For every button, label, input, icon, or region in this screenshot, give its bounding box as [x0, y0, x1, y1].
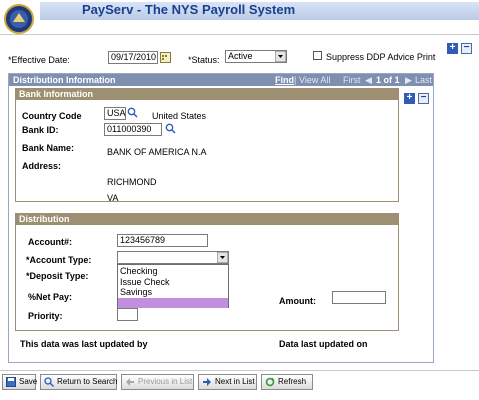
save-icon [6, 377, 16, 387]
find-link[interactable]: Find [275, 74, 294, 86]
bank-id-field[interactable]: 011000390 [104, 123, 162, 136]
refresh-icon [265, 377, 275, 387]
net-pay-label: %Net Pay: [28, 292, 73, 302]
address-state: VA [107, 193, 119, 203]
bank-name-label: Bank Name: [22, 143, 75, 153]
last-updated-on-label: Data last updated on [279, 339, 368, 349]
last-link[interactable]: Last [415, 74, 432, 86]
amount-label: Amount: [279, 296, 316, 306]
nys-seal-icon [4, 4, 34, 34]
highlighted-option[interactable] [118, 298, 228, 308]
bank-lookup-magnifier-icon[interactable] [165, 123, 176, 134]
save-label: Save [19, 377, 38, 386]
row-counter: 1 of 1 [376, 75, 400, 85]
return-to-search-button[interactable]: Return to Search [40, 374, 117, 390]
account-number-field[interactable]: 123456789 [117, 234, 208, 247]
option-checking[interactable]: Checking [120, 266, 158, 276]
separator: | [294, 75, 297, 85]
first-link[interactable]: First [343, 74, 361, 86]
previous-label: Previous in List [138, 377, 193, 386]
first-arrow-icon: ◀ [365, 75, 372, 85]
country-lookup-magnifier-icon[interactable] [127, 107, 138, 118]
account-type-options-list[interactable]: Checking Issue Check Savings [117, 264, 229, 308]
status-value: Active [228, 51, 253, 61]
status-label: *Status: [188, 55, 220, 65]
header-divider [0, 34, 479, 35]
dropdown-arrow-icon[interactable] [275, 51, 286, 62]
app-title: PayServ - The NYS Payroll System [82, 2, 296, 17]
option-savings[interactable]: Savings [120, 287, 152, 297]
country-name: United States [152, 111, 207, 121]
priority-field[interactable] [117, 308, 138, 321]
distribution-information-header: Distribution Information Find | View All… [9, 74, 433, 86]
effective-date-label: *Effective Date: [8, 55, 70, 65]
account-type-dropdown-arrow-icon[interactable] [217, 252, 228, 263]
bank-information-header: Bank Information [16, 89, 398, 100]
account-type-select[interactable] [117, 251, 229, 264]
country-code-field[interactable]: USA [104, 107, 126, 120]
account-type-label: *Account Type: [26, 255, 92, 265]
effective-date-field[interactable]: 09/17/2010 [108, 51, 158, 64]
toolbar-divider [0, 370, 479, 371]
amount-field[interactable] [332, 291, 386, 304]
distribution-header: Distribution [16, 214, 398, 225]
priority-label: Priority: [28, 311, 63, 321]
refresh-label: Refresh [278, 377, 307, 386]
return-label: Return to Search [57, 377, 118, 386]
calendar-icon[interactable] [160, 52, 171, 63]
bank-plus-icon[interactable]: + [404, 93, 415, 104]
address-label: Address: [22, 161, 62, 171]
top-minus-icon[interactable]: − [461, 43, 472, 54]
save-button[interactable]: Save [2, 374, 38, 390]
option-issue-check[interactable]: Issue Check [120, 277, 170, 287]
deposit-type-label: *Deposit Type: [26, 271, 89, 281]
next-label: Next in List [215, 377, 255, 386]
suppress-ddp-label: Suppress DDP Advice Print [326, 52, 436, 62]
distribution-information-title: Distribution Information [13, 75, 116, 85]
last-arrow-icon: ▶ [405, 75, 412, 85]
bank-minus-icon[interactable]: − [418, 93, 429, 104]
last-updated-by-label: This data was last updated by [20, 339, 148, 349]
suppress-ddp-checkbox[interactable] [313, 51, 322, 60]
address-city: RICHMOND [107, 177, 157, 187]
bank-name-value: BANK OF AMERICA N.A [107, 147, 207, 157]
next-icon [203, 378, 211, 386]
bank-id-label: Bank ID: [22, 125, 59, 135]
next-in-list-button[interactable]: Next in List [198, 374, 257, 390]
previous-in-list-button[interactable]: Previous in List [121, 374, 194, 390]
view-all-link[interactable]: View All [299, 74, 330, 86]
country-code-label: Country Code [22, 111, 82, 121]
return-icon [44, 377, 54, 387]
refresh-button[interactable]: Refresh [261, 374, 313, 390]
previous-icon [126, 378, 134, 386]
account-number-label: Account#: [28, 237, 73, 247]
top-plus-icon[interactable]: + [447, 43, 458, 54]
